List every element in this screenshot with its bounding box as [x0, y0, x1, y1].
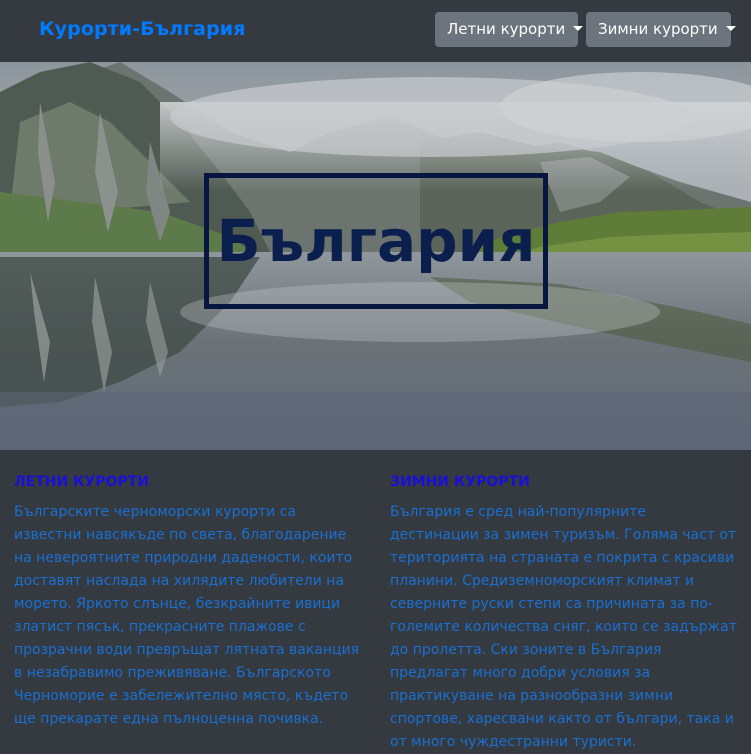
summer-resorts-dropdown[interactable]: Летни курорти	[435, 12, 584, 47]
summer-resorts-heading: ЛЕТНИ КУРОРТИ	[14, 474, 149, 490]
hero-banner: България	[0, 62, 751, 450]
winter-resorts-dropdown-label: Зимни курорти	[598, 20, 718, 38]
caret-down-icon	[573, 26, 584, 31]
resorts-section: ЛЕТНИ КУРОРТИ Българските черноморски ку…	[0, 450, 751, 750]
winter-resorts-dropdown[interactable]: Зимни курорти	[586, 12, 736, 47]
hero-title-frame: България	[204, 173, 548, 309]
brand-link[interactable]: Курорти-България	[39, 18, 246, 40]
winter-resorts-text: България е сред най-популярните дестинац…	[390, 504, 737, 750]
hero-title: България	[216, 207, 536, 275]
winter-resorts-heading: ЗИМНИ КУРОРТИ	[390, 474, 530, 490]
winter-resorts-column: ЗИМНИ КУРОРТИ България е сред най-популя…	[390, 474, 738, 754]
summer-resorts-column: ЛЕТНИ КУРОРТИ Българските черноморски ку…	[14, 474, 362, 731]
summer-resorts-text: Българските черноморски курорти са извес…	[14, 504, 360, 727]
summer-resorts-dropdown-label: Летни курорти	[447, 20, 566, 38]
caret-down-icon	[725, 26, 736, 31]
navbar: Курорти-България Летни курорти Зимни кур…	[0, 0, 751, 62]
